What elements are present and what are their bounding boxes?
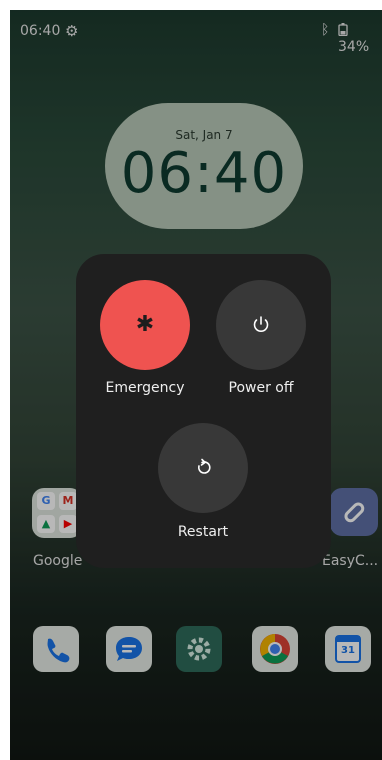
power-off-button[interactable]: [216, 280, 306, 370]
power-off-label: Power off: [228, 380, 294, 396]
restart-label: Restart: [177, 524, 229, 540]
emergency-button[interactable]: ✱: [100, 280, 190, 370]
phone-screen: 06:40 ⚙ ᛒ 34% Sat, Jan 7 06:40 G M ▲ ▶ G…: [10, 10, 382, 760]
restart-button[interactable]: [158, 423, 248, 513]
power-icon: [253, 316, 269, 332]
emergency-label: Emergency: [105, 380, 185, 396]
emergency-asterisk-icon: ✱: [135, 312, 155, 337]
power-menu: ✱ Emergency Power off Restart: [76, 254, 331, 568]
restart-icon: [198, 458, 211, 474]
